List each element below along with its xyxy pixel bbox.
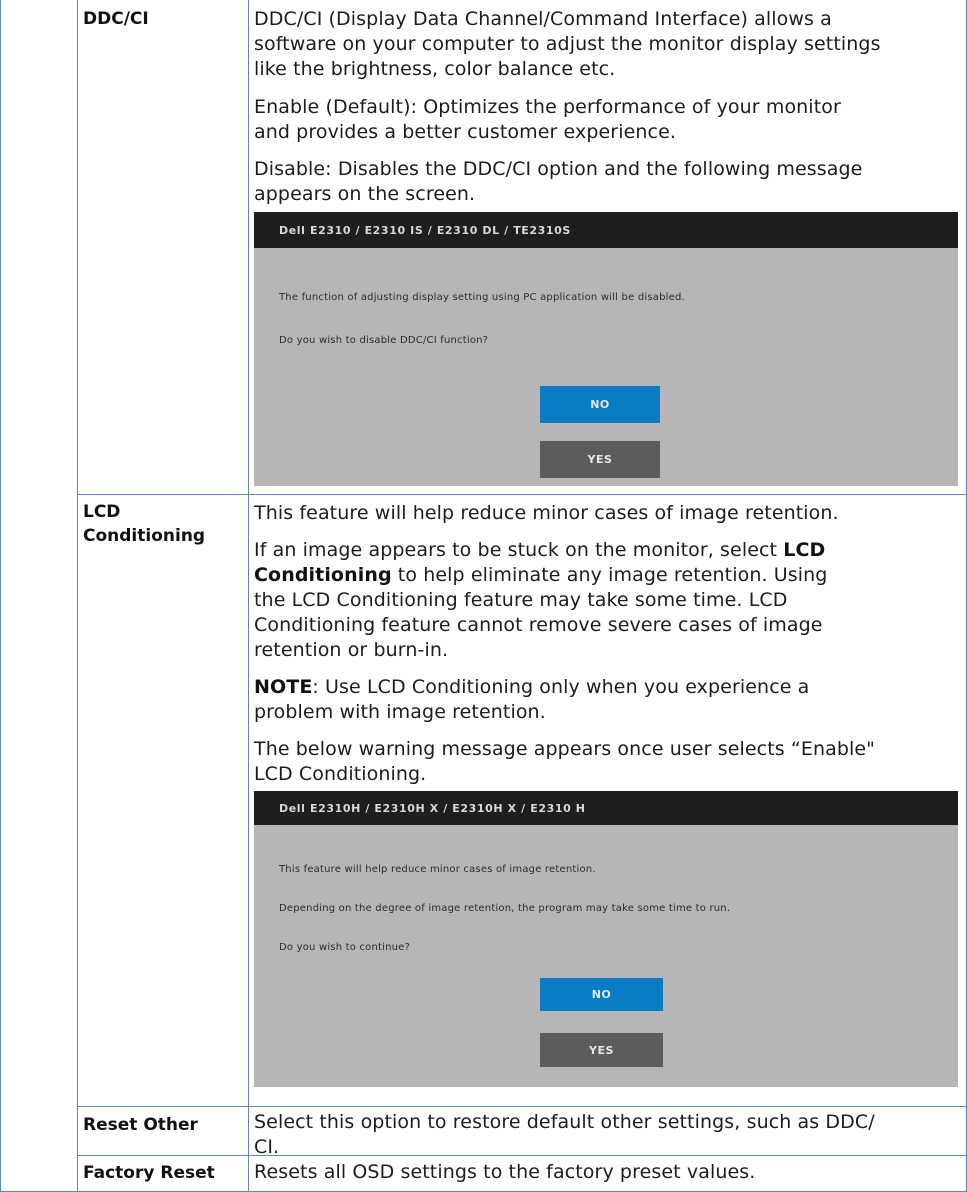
- lcd-dialog-title: Dell E2310H / E2310H X / E2310H X / E231…: [254, 791, 958, 825]
- lcd-instruction-line: retention or burn-in.: [254, 639, 449, 661]
- lcd-note-text-a: : Use LCD Conditioning only when you exp…: [312, 676, 810, 698]
- ddc-disable-line: Disable: Disables the DDC/CI option and …: [254, 158, 863, 180]
- lcd-instruction-text-b: to help eliminate any image retention. U…: [391, 564, 828, 586]
- ddc-dialog-title: Dell E2310 / E2310 IS / E2310 DL / TE231…: [254, 212, 958, 248]
- table-border-col1: [77, 0, 78, 1192]
- lcd-label-line-2: Conditioning: [83, 526, 206, 546]
- reset-other-description: Select this option to restore default ot…: [254, 1110, 875, 1160]
- ddc-yes-button[interactable]: YES: [540, 441, 660, 478]
- ddc-no-button[interactable]: NO: [540, 386, 660, 423]
- lcd-dialog-message-3: Do you wish to continue?: [279, 942, 411, 953]
- factory-reset-label: Factory Reset: [83, 1163, 215, 1183]
- reset-other-label: Reset Other: [83, 1115, 198, 1135]
- lcd-note-line: NOTE: Use LCD Conditioning only when you…: [254, 675, 809, 700]
- lcd-instruction-line: Conditioning to help eliminate any image…: [254, 563, 827, 588]
- reset-other-line: Select this option to restore default ot…: [254, 1111, 875, 1133]
- lcd-instruction-line: the LCD Conditioning feature may take so…: [254, 589, 788, 611]
- note-label: NOTE: [254, 676, 313, 698]
- lcd-dialog-message-2: Depending on the degree of image retenti…: [279, 903, 731, 914]
- table-border-left: [0, 0, 1, 1192]
- lcd-bold-term: Conditioning: [254, 564, 392, 586]
- ddc-description-line: DDC/CI (Display Data Channel/Command Int…: [254, 8, 832, 30]
- lcd-instruction-text-a: If an image appears to be stuck on the m…: [254, 539, 784, 561]
- reset-other-line: CI.: [254, 1136, 280, 1158]
- row-divider-ddc-lcd: [77, 494, 966, 495]
- ddc-enable-text: Enable (Default): Optimizes the performa…: [254, 95, 841, 145]
- lcd-note-line: problem with image retention.: [254, 701, 546, 723]
- ddc-disable-dialog: Dell E2310 / E2310 IS / E2310 DL / TE231…: [254, 212, 958, 486]
- ddc-enable-line: and provides a better customer experienc…: [254, 121, 677, 143]
- factory-reset-description: Resets all OSD settings to the factory p…: [254, 1161, 756, 1183]
- lcd-instruction-line: Conditioning feature cannot remove sever…: [254, 614, 823, 636]
- table-border-col2: [248, 0, 249, 1192]
- lcd-bold-term: LCD: [783, 539, 826, 561]
- ddc-description-line: software on your computer to adjust the …: [254, 33, 881, 55]
- row-divider-lcd-reset: [77, 1106, 966, 1107]
- lcd-label-line-1: LCD: [83, 502, 121, 522]
- lcd-warning-intro: The below warning message appears once u…: [254, 737, 875, 787]
- lcd-intro-text: This feature will help reduce minor case…: [254, 502, 839, 524]
- ddc-dialog-message-1: The function of adjusting display settin…: [279, 292, 685, 303]
- lcd-instruction-text: If an image appears to be stuck on the m…: [254, 538, 827, 663]
- lcd-instruction-line: If an image appears to be stuck on the m…: [254, 538, 827, 563]
- lcd-note-text: NOTE: Use LCD Conditioning only when you…: [254, 675, 809, 725]
- lcd-no-button[interactable]: NO: [540, 978, 663, 1011]
- lcd-yes-button[interactable]: YES: [540, 1033, 663, 1067]
- osd-reference-table: DDC/CI DDC/CI (Display Data Channel/Comm…: [0, 0, 967, 1192]
- ddc-disable-line: appears on the screen.: [254, 183, 476, 205]
- lcd-warning-line: The below warning message appears once u…: [254, 738, 876, 760]
- ddc-description-line: like the brightness, color balance etc.: [254, 58, 616, 80]
- ddc-disable-text: Disable: Disables the DDC/CI option and …: [254, 157, 862, 207]
- lcd-conditioning-label: LCD Conditioning: [83, 500, 205, 548]
- lcd-warning-line: LCD Conditioning.: [254, 763, 427, 785]
- ddc-dialog-message-2: Do you wish to disable DDC/CI function?: [279, 335, 489, 346]
- lcd-dialog-message-1: This feature will help reduce minor case…: [279, 864, 596, 875]
- ddc-enable-line: Enable (Default): Optimizes the performa…: [254, 96, 841, 118]
- ddc-label: DDC/CI: [83, 9, 149, 29]
- lcd-conditioning-dialog: Dell E2310H / E2310H X / E2310H X / E231…: [254, 791, 958, 1087]
- ddc-description: DDC/CI (Display Data Channel/Command Int…: [254, 7, 881, 82]
